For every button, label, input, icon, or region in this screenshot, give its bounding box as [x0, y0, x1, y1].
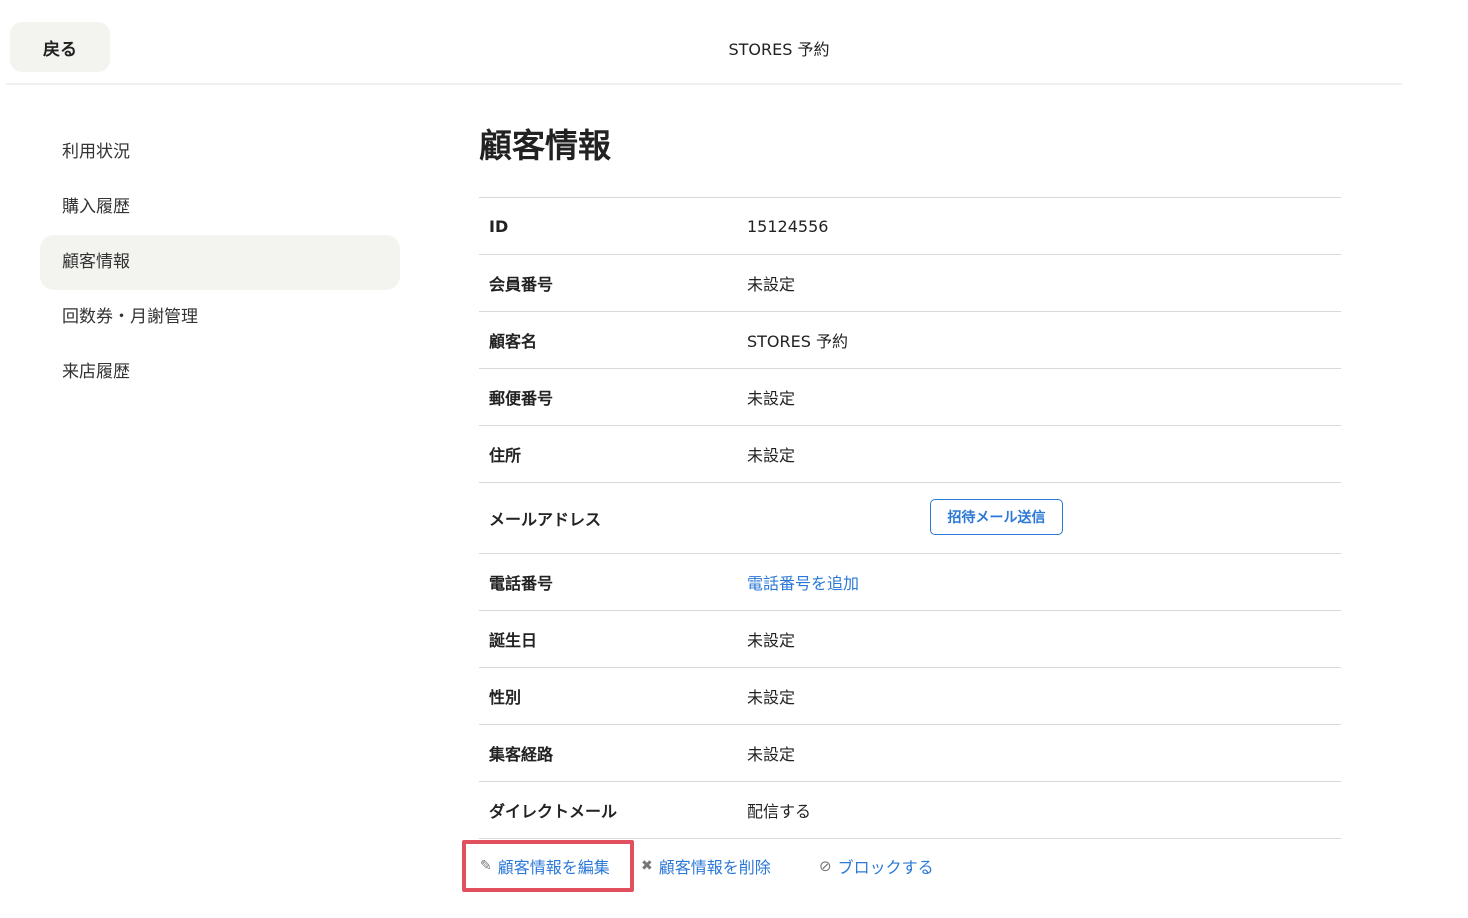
send-invite-email-button[interactable]: 招待メール送信 [930, 499, 1063, 535]
app-title: STORES 予約 [728, 40, 830, 59]
row-value: 未設定 [747, 446, 796, 465]
table-row: メールアドレス 招待メール送信 [479, 483, 1341, 554]
row-value: 未設定 [747, 631, 796, 650]
row-label: メールアドレス [489, 510, 602, 529]
row-label: 郵便番号 [489, 389, 554, 408]
row-label: 住所 [489, 446, 522, 465]
table-row: 電話番号 電話番号を追加 [479, 554, 1341, 611]
edit-customer-label: 顧客情報を編集 [497, 858, 610, 877]
row-label: 顧客名 [489, 332, 538, 351]
row-value: 未設定 [747, 688, 796, 707]
sidebar-item-tickets[interactable]: 回数券・月謝管理 [40, 290, 400, 345]
table-row: ダイレクトメール 配信する [479, 782, 1341, 839]
row-label: 集客経路 [489, 745, 554, 764]
main-content: 顧客情報 ID 15124556 会員番号 未設定 顧客名 STORES 予約 … [479, 120, 1341, 839]
block-icon: ⊘ [819, 857, 832, 875]
block-customer-button[interactable]: ⊘ ブロックする [819, 840, 934, 892]
close-icon: ✖ [641, 858, 653, 874]
sidebar-item-customer-info[interactable]: 顧客情報 [40, 235, 400, 290]
table-row: 誕生日 未設定 [479, 611, 1341, 668]
delete-customer-label: 顧客情報を削除 [658, 858, 771, 877]
row-label: 誕生日 [489, 631, 538, 650]
table-row: 会員番号 未設定 [479, 255, 1341, 312]
sidebar-item-purchase-history[interactable]: 購入履歴 [40, 180, 400, 235]
table-row: ID 15124556 [479, 198, 1341, 255]
row-value: 15124556 [747, 216, 829, 236]
table-row: 住所 未設定 [479, 426, 1341, 483]
row-label: ID [489, 216, 509, 236]
add-phone-number-link[interactable]: 電話番号を追加 [747, 570, 859, 594]
customer-actions: ✎ 顧客情報を編集 ✖ 顧客情報を削除 ⊘ ブロックする [462, 840, 1162, 892]
block-customer-label: ブロックする [837, 858, 934, 877]
row-value: 未設定 [747, 275, 796, 294]
edit-customer-button[interactable]: ✎ 顧客情報を編集 [462, 840, 634, 892]
row-value: STORES 予約 [747, 332, 848, 351]
row-label: 性別 [489, 688, 522, 707]
pencil-icon: ✎ [480, 858, 492, 874]
sidebar-item-usage[interactable]: 利用状況 [40, 125, 400, 180]
sidebar-item-visit-history[interactable]: 来店履歴 [40, 345, 400, 400]
row-label: 電話番号 [489, 574, 554, 593]
table-row: 集客経路 未設定 [479, 725, 1341, 782]
delete-customer-button[interactable]: ✖ 顧客情報を削除 [641, 840, 771, 892]
row-label: 会員番号 [489, 275, 554, 294]
row-value: 未設定 [747, 745, 796, 764]
header: 戻る STORES 予約 [6, 0, 1402, 85]
table-row: 性別 未設定 [479, 668, 1341, 725]
table-row: 顧客名 STORES 予約 [479, 312, 1341, 369]
customer-info-table: ID 15124556 会員番号 未設定 顧客名 STORES 予約 郵便番号 … [479, 197, 1341, 839]
row-value: 配信する [747, 802, 812, 821]
row-label: ダイレクトメール [489, 802, 618, 821]
table-row: 郵便番号 未設定 [479, 369, 1341, 426]
page-title: 顧客情報 [479, 126, 611, 165]
row-value: 未設定 [747, 389, 796, 408]
page: 戻る STORES 予約 利用状況 購入履歴 顧客情報 回数券・月謝管理 来店履… [0, 0, 1468, 918]
sidebar: 利用状況 購入履歴 顧客情報 回数券・月謝管理 来店履歴 [40, 125, 400, 400]
